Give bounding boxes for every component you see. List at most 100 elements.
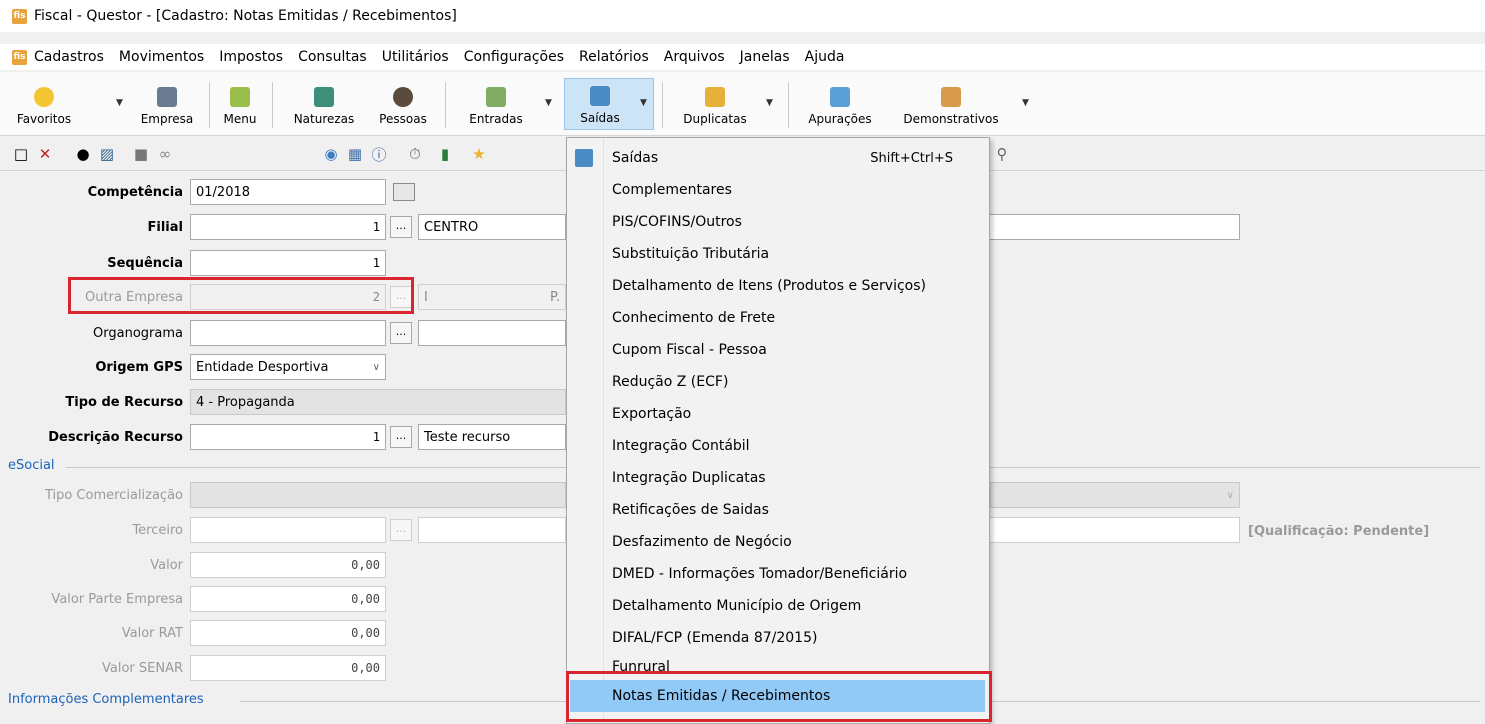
origem-gps-value: Entidade Desportiva — [196, 359, 329, 375]
find-icon[interactable]: ● — [74, 145, 92, 163]
menu-item-difal-fcp[interactable]: DIFAL/FCP (Emenda 87/2015) — [567, 622, 989, 654]
menu-item-detalhamento-municipio[interactable]: Detalhamento Município de Origem — [567, 590, 989, 622]
delete-icon[interactable]: ✕ — [36, 145, 54, 163]
menu-item-desfazimento-negocio[interactable]: Desfazimento de Negócio — [567, 526, 989, 558]
info-icon[interactable]: ⓘ — [370, 145, 388, 164]
menu-ajuda[interactable]: Ajuda — [805, 49, 845, 65]
favoritos-button[interactable]: Favoritos — [14, 78, 74, 130]
menu-item-saidas[interactable]: Saídas Shift+Ctrl+S — [567, 142, 989, 174]
organograma-lookup-button[interactable]: ... — [390, 322, 412, 344]
apuracoes-icon — [830, 87, 850, 107]
app-icon: fis — [12, 8, 27, 24]
saidas-dropdown-icon[interactable]: ▼ — [640, 98, 647, 108]
naturezas-button[interactable]: Naturezas — [284, 78, 364, 130]
menu-tree-icon — [230, 87, 250, 107]
empresa-button[interactable]: Empresa — [132, 78, 202, 130]
separator — [272, 82, 273, 128]
demonstrativos-dropdown-icon[interactable]: ▼ — [1022, 98, 1029, 108]
valor-rat-label: Valor RAT — [121, 626, 183, 641]
menu-cadastros[interactable]: Cadastros — [34, 49, 104, 65]
origem-gps-select[interactable]: Entidade Desportiva ∨ — [190, 354, 386, 380]
organograma-input[interactable] — [190, 320, 386, 346]
menu-consultas[interactable]: Consultas — [298, 49, 367, 65]
menu-app-icon[interactable]: fis — [12, 49, 27, 65]
search-icon[interactable]: ⚲ — [993, 145, 1011, 163]
timer-icon[interactable]: ⏱ — [406, 145, 424, 163]
menu-item-exportacao[interactable]: Exportação — [567, 398, 989, 430]
menu-item-integracao-duplicatas[interactable]: Integração Duplicatas — [567, 462, 989, 494]
duplicatas-dropdown-icon[interactable]: ▼ — [766, 98, 773, 108]
menu-button[interactable]: Menu — [214, 78, 266, 130]
save-icon[interactable]: ■ — [132, 145, 150, 163]
menu-item-pis-cofins[interactable]: PIS/COFINS/Outros — [567, 206, 989, 238]
origem-gps-label: Origem GPS — [95, 360, 183, 375]
favorite-icon[interactable]: ★ — [470, 145, 488, 163]
entradas-dropdown-icon[interactable]: ▼ — [545, 98, 552, 108]
tipo-recurso-field[interactable]: 4 - Propaganda — [190, 389, 566, 415]
menu-utilitarios[interactable]: Utilitários — [382, 49, 449, 65]
menu-item-detalhamento-itens[interactable]: Detalhamento de Itens (Produtos e Serviç… — [567, 270, 989, 302]
competencia-input[interactable]: 01/2018 — [190, 179, 386, 205]
menu-item-dmed[interactable]: DMED - Informações Tomador/Beneficiário — [567, 558, 989, 590]
terceiro-input[interactable] — [190, 517, 386, 543]
print-icon[interactable]: ▨ — [98, 145, 116, 163]
outra-empresa-name-field: I P. — [418, 284, 566, 310]
descricao-recurso-name-field: Teste recurso — [418, 424, 566, 450]
filial-code-input[interactable]: 1 — [190, 214, 386, 240]
terceiro-lookup-button[interactable]: ... — [390, 519, 412, 541]
duplicatas-button[interactable]: Duplicatas — [672, 78, 758, 130]
window-title: Fiscal - Questor - [Cadastro: Notas Emit… — [34, 8, 457, 24]
menu-relatorios[interactable]: Relatórios — [579, 49, 649, 65]
terceiro-label: Terceiro — [132, 523, 183, 538]
filial-lookup-button[interactable]: ... — [390, 216, 412, 238]
valor-parte-empresa-label: Valor Parte Empresa — [51, 592, 183, 607]
menu-item-complementares[interactable]: Complementares — [567, 174, 989, 206]
entradas-icon — [486, 87, 506, 107]
entradas-button[interactable]: Entradas — [456, 78, 536, 130]
tipo-comercializacao-select[interactable] — [190, 482, 566, 508]
menu-item-reducao-z[interactable]: Redução Z (ECF) — [567, 366, 989, 398]
competencia-label: Competência — [87, 185, 183, 200]
menu-item-retificacoes-saidas[interactable]: Retificações de Saidas — [567, 494, 989, 526]
demonstrativos-icon — [941, 87, 961, 107]
title-bar: fis Fiscal - Questor - [Cadastro: Notas … — [0, 0, 1485, 32]
tipo-comercializacao-label: Tipo Comercialização — [44, 488, 183, 503]
link-icon[interactable]: ∞ — [156, 145, 174, 163]
globe-icon[interactable]: ◉ — [322, 145, 340, 163]
annotation-highlight-notas-emitidas — [566, 671, 992, 722]
pessoas-button[interactable]: Pessoas — [368, 78, 438, 130]
apuracoes-button[interactable]: Apurações — [798, 78, 882, 130]
annotation-highlight-outra-empresa — [68, 277, 414, 314]
valor-senar-input[interactable]: 0,00 — [190, 655, 386, 681]
sequencia-input[interactable]: 1 — [190, 250, 386, 276]
menu-movimentos[interactable]: Movimentos — [119, 49, 204, 65]
valor-label: Valor — [150, 558, 183, 573]
demonstrativos-button[interactable]: Demonstrativos — [892, 78, 1010, 130]
table-icon[interactable]: ▦ — [346, 145, 364, 163]
menu-configuracoes[interactable]: Configurações — [464, 49, 564, 65]
exit-icon[interactable]: ▮ — [436, 145, 454, 163]
esocial-group-line — [66, 467, 566, 468]
valor-input[interactable]: 0,00 — [190, 552, 386, 578]
tipo-comercializacao-select-continued[interactable]: ∨ — [990, 482, 1240, 508]
descricao-recurso-lookup-button[interactable]: ... — [390, 426, 412, 448]
menu-item-integracao-contabil[interactable]: Integração Contábil — [567, 430, 989, 462]
star-icon — [34, 87, 54, 107]
tipo-recurso-label: Tipo de Recurso — [65, 395, 183, 410]
esocial-group-label: eSocial — [8, 458, 55, 473]
menu-bar: fis Cadastros Movimentos Impostos Consul… — [0, 44, 1485, 70]
menu-arquivos[interactable]: Arquivos — [664, 49, 725, 65]
menu-item-substituicao-tributaria[interactable]: Substituição Tributária — [567, 238, 989, 270]
menu-item-conhecimento-frete[interactable]: Conhecimento de Frete — [567, 302, 989, 334]
new-icon[interactable]: □ — [12, 145, 30, 163]
menu-item-cupom-fiscal[interactable]: Cupom Fiscal - Pessoa — [567, 334, 989, 366]
menu-impostos[interactable]: Impostos — [219, 49, 283, 65]
descricao-recurso-code-input[interactable]: 1 — [190, 424, 386, 450]
calendar-icon[interactable] — [393, 183, 415, 201]
filial-label: Filial — [147, 220, 183, 235]
valor-parte-empresa-input[interactable]: 0,00 — [190, 586, 386, 612]
organograma-label: Organograma — [93, 326, 183, 341]
menu-janelas[interactable]: Janelas — [740, 49, 790, 65]
favoritos-dropdown-icon[interactable]: ▼ — [116, 98, 123, 108]
valor-rat-input[interactable]: 0,00 — [190, 620, 386, 646]
